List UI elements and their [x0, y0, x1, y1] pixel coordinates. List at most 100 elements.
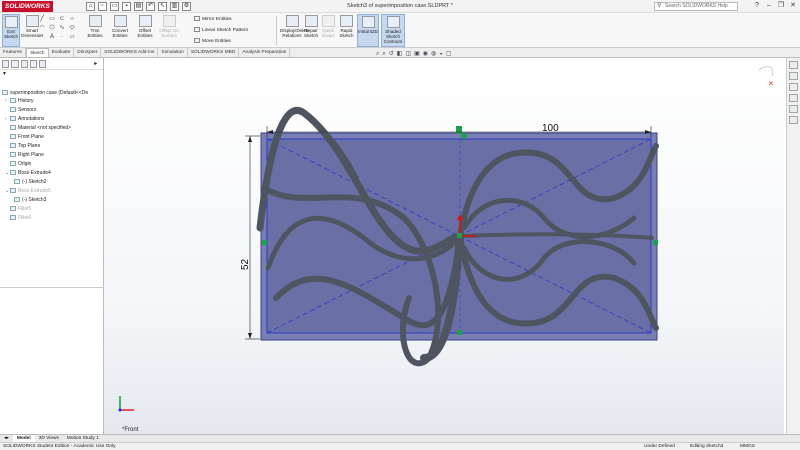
instant2d-button[interactable]: Instant2D	[357, 14, 379, 47]
tree-item-fillet5[interactable]: Fillet5	[5, 206, 31, 213]
resources-icon[interactable]	[789, 61, 798, 69]
feature-tree-tab-icon[interactable]	[2, 60, 10, 68]
section-view-icon[interactable]: ◧	[397, 50, 403, 58]
plane-icon	[10, 143, 16, 149]
view-settings-icon[interactable]: ▢	[446, 50, 452, 58]
help-icon[interactable]: ?	[752, 1, 762, 11]
rectangle-icon[interactable]: ▭	[48, 16, 56, 23]
tab-evaluate[interactable]: Evaluate	[49, 48, 75, 57]
graphics-area[interactable]: 100 52 ✕ *Front	[104, 58, 784, 434]
display-delete-relations-button[interactable]: Display/Delete Relations	[280, 14, 310, 47]
tree-item-right-plane[interactable]: Right Plane	[5, 152, 44, 159]
offset-on-surface-button[interactable]: Offset On Surface	[158, 14, 180, 47]
view-palette-icon[interactable]	[789, 94, 798, 102]
tree-item-material[interactable]: Material <not specified>	[5, 125, 71, 132]
bottom-handle[interactable]	[457, 330, 462, 335]
tab-3d-views[interactable]: 3D Views	[35, 435, 63, 442]
fillet-icon[interactable]: ◜	[38, 34, 46, 41]
tab-mbd[interactable]: SOLIDWORKS MBD	[188, 48, 240, 57]
model-tabs: ◂▸ Model 3D Views Motion Study 1	[0, 434, 800, 442]
tree-item-annotations[interactable]: › Annotations	[5, 116, 44, 123]
trim-entities-button[interactable]: Trim Entities	[84, 14, 106, 47]
exit-sketch-button[interactable]: Exit Sketch	[2, 14, 20, 47]
sketch-viewport[interactable]: 100 52 ✕ *Front	[104, 58, 784, 434]
tree-item-sketch3[interactable]: (-) Sketch3	[14, 197, 46, 204]
tree-item-boss-extrude5[interactable]: ⌄ Boss-Extrude5	[5, 188, 51, 195]
shaded-sketch-contours-button[interactable]: Shaded Sketch Contours	[381, 14, 405, 47]
view-orientation-icon[interactable]: ◫	[405, 50, 411, 58]
arc-icon[interactable]: ◠	[38, 25, 46, 32]
coincident-relation-icon[interactable]	[461, 133, 467, 139]
tree-item-sensors[interactable]: Sensors	[5, 107, 36, 114]
expand-panel-icon[interactable]: ▸	[94, 60, 101, 68]
tree-item-origin[interactable]: Origin	[5, 161, 31, 168]
top-handle[interactable]	[456, 126, 462, 134]
right-handle[interactable]	[653, 240, 658, 245]
display-manager-tab-icon[interactable]	[39, 60, 47, 68]
design-library-icon[interactable]	[789, 72, 798, 80]
tab-simulation[interactable]: Simulation	[158, 48, 188, 57]
scroll-tabs-icon[interactable]: ◂▸	[0, 435, 13, 442]
convert-entities-button[interactable]: Convert Entities	[108, 14, 132, 47]
previous-view-icon[interactable]: ↺	[389, 50, 394, 58]
midpoint-handle[interactable]	[457, 233, 462, 238]
unit-system[interactable]: MMGS	[740, 443, 755, 450]
text-icon[interactable]: A	[48, 34, 56, 41]
line-icon[interactable]: ╱	[38, 16, 46, 23]
file-explorer-icon[interactable]	[789, 83, 798, 91]
zoom-to-fit-icon[interactable]: ⌕	[376, 50, 379, 58]
edit-appearance-icon[interactable]: ◍	[431, 50, 436, 58]
tree-item-fillet6[interactable]: Fillet6	[5, 215, 31, 222]
tree-item-top-plane[interactable]: Top Plane	[5, 143, 40, 150]
command-manager: Exit Sketch Smart Dimension ╱ ▭ ⊂ ○ ◠ ⬡ …	[0, 13, 800, 48]
quick-snaps-button[interactable]: Quick Snaps	[320, 14, 336, 47]
tree-item-front-plane[interactable]: Front Plane	[5, 134, 44, 141]
slot-icon[interactable]: ⊂	[58, 16, 66, 23]
filter-icon[interactable]: ▼	[2, 71, 7, 78]
width-dimension-value[interactable]: 100	[542, 123, 559, 134]
configuration-tab-icon[interactable]	[20, 60, 28, 68]
exit-sketch-icon	[4, 16, 18, 28]
custom-properties-icon[interactable]	[789, 116, 798, 124]
tree-item-boss-extrude4[interactable]: ⌄ Boss-Extrude4	[5, 170, 51, 177]
exit-sketch-corner-icon[interactable]: ✕	[768, 81, 774, 88]
panel-divider	[0, 287, 104, 288]
display-style-icon[interactable]: ▣	[414, 50, 420, 58]
rapid-sketch-button[interactable]: Rapid Sketch	[338, 14, 355, 47]
hide-show-items-icon[interactable]: ◉	[423, 50, 428, 58]
close-icon[interactable]: ✕	[788, 1, 798, 11]
tab-addins[interactable]: SOLIDWORKS Add-Ins	[101, 48, 159, 57]
minimize-icon[interactable]: –	[764, 1, 774, 11]
circle-icon[interactable]: ○	[68, 16, 76, 23]
mirror-entities-button[interactable]: Mirror Entities	[194, 16, 232, 23]
tab-motion-study[interactable]: Motion Study 1	[63, 435, 103, 442]
tab-dimxpert[interactable]: DimXpert	[74, 48, 102, 57]
tree-root[interactable]: superimposition case (Default<<De	[2, 90, 88, 97]
help-search-input[interactable]: ⚲ Search SOLIDWORKS Help	[654, 2, 738, 11]
apply-scene-icon[interactable]: ◒	[439, 50, 443, 58]
tab-sketch[interactable]: Sketch	[25, 48, 49, 57]
polygon-icon[interactable]: ⬡	[48, 25, 56, 32]
repair-sketch-button[interactable]: Repair Sketch	[304, 14, 318, 47]
height-dimension-value[interactable]: 52	[240, 258, 251, 270]
zoom-area-icon[interactable]: ⌕	[382, 50, 385, 58]
appearances-icon[interactable]	[789, 105, 798, 113]
tab-features[interactable]: Features	[0, 48, 26, 57]
plane-icon[interactable]: ▱	[68, 34, 76, 41]
tree-item-history[interactable]: › History	[5, 98, 34, 105]
point-icon[interactable]: ·	[58, 34, 66, 41]
move-entities-button[interactable]: Move Entities	[194, 38, 231, 45]
fillet-icon	[10, 206, 16, 212]
property-manager-tab-icon[interactable]	[11, 60, 19, 68]
spline-icon[interactable]: ∿	[58, 25, 66, 32]
ellipse-icon[interactable]: ⬭	[68, 25, 76, 32]
dimxpert-tab-icon[interactable]	[29, 60, 37, 68]
linear-sketch-pattern-button[interactable]: Linear Sketch Pattern	[194, 27, 248, 34]
tree-item-sketch2[interactable]: (-) Sketch2	[14, 179, 46, 186]
tab-analysis-preparation[interactable]: Analysis Preparation	[239, 48, 291, 57]
left-handle[interactable]	[262, 240, 267, 245]
restore-icon[interactable]: ❐	[776, 1, 786, 11]
tab-model[interactable]: Model	[12, 435, 35, 442]
height-dimension[interactable]	[245, 135, 260, 340]
offset-entities-button[interactable]: Offset Entities	[134, 14, 156, 47]
